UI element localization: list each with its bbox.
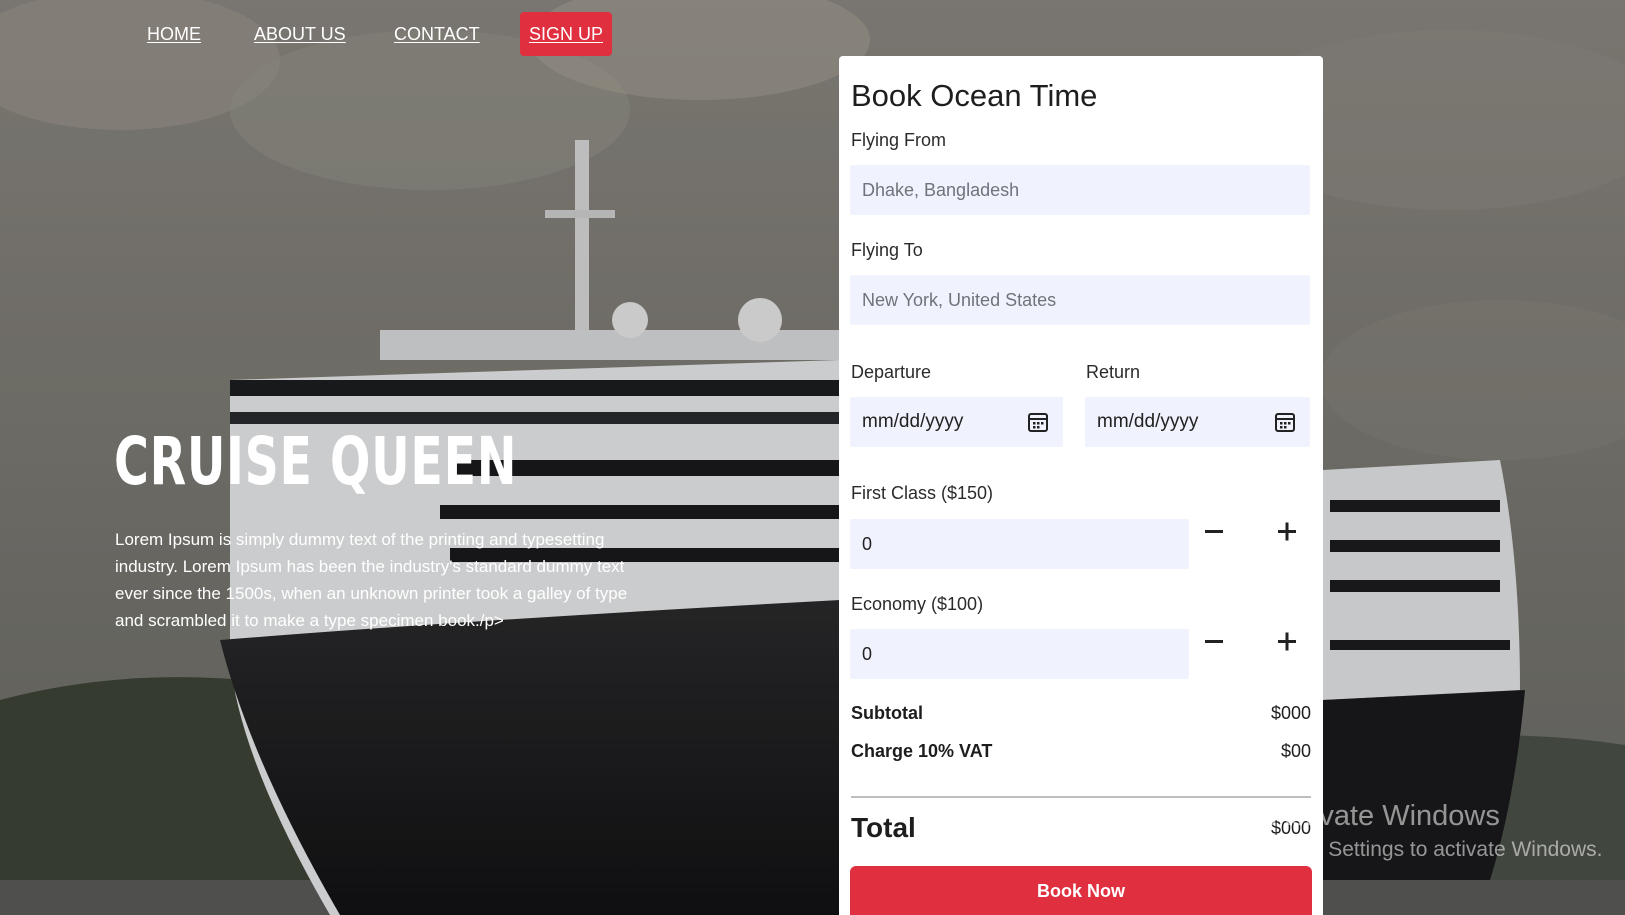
subtotal-value: $000 <box>1270 703 1311 723</box>
economy-decrease-button[interactable] <box>1196 624 1232 660</box>
nav-contact-link[interactable]: CONTACT <box>394 12 480 56</box>
first-class-increase-button[interactable] <box>1269 514 1305 550</box>
departure-date-value: mm/dd/yyyy <box>862 411 964 432</box>
vat-value: $00 <box>1280 741 1311 761</box>
departure-label: Departure <box>851 362 932 382</box>
flying-from-label: Flying From <box>851 130 947 150</box>
first-class-decrease-button[interactable] <box>1196 514 1232 550</box>
return-date-input[interactable]: mm/dd/yyyy <box>1085 397 1310 447</box>
flying-to-input[interactable] <box>850 275 1310 325</box>
flying-to-label: Flying To <box>851 240 923 260</box>
subtotal-label: Subtotal <box>851 703 923 723</box>
economy-increase-button[interactable] <box>1269 624 1305 660</box>
total-label: Total <box>851 812 916 843</box>
booking-title: Book Ocean Time <box>851 78 1098 113</box>
hero-title: CRUISE QUEEN <box>114 423 518 500</box>
sign-up-button[interactable]: SIGN UP <box>520 12 612 56</box>
nav-home-link[interactable]: HOME <box>147 12 201 56</box>
nav-about-link[interactable]: ABOUT US <box>254 12 346 56</box>
minus-icon <box>1205 640 1223 643</box>
plus-icon <box>1278 632 1296 651</box>
first-class-label: First Class ($150) <box>851 483 994 503</box>
activate-windows-watermark: Activate Windows <box>1271 800 1500 832</box>
flying-from-input[interactable] <box>850 165 1310 215</box>
activate-windows-subtext: Go to Settings to activate Windows. <box>1271 838 1603 861</box>
book-now-button[interactable]: Book Now <box>850 866 1312 915</box>
vat-label: Charge 10% VAT <box>851 741 993 761</box>
return-date-value: mm/dd/yyyy <box>1097 411 1199 432</box>
economy-quantity-input[interactable] <box>850 629 1189 679</box>
economy-label: Economy ($100) <box>851 594 984 614</box>
calendar-icon[interactable] <box>1027 411 1049 433</box>
departure-date-input[interactable]: mm/dd/yyyy <box>850 397 1063 447</box>
booking-card: Book Ocean Time Flying From Flying To De… <box>839 56 1323 915</box>
calendar-icon[interactable] <box>1274 411 1296 433</box>
total-divider <box>851 796 1311 798</box>
return-label: Return <box>1086 362 1141 382</box>
hero-description: Lorem Ipsum is simply dummy text of the … <box>115 530 628 630</box>
minus-icon <box>1205 530 1223 533</box>
plus-icon <box>1278 522 1296 541</box>
first-class-quantity-input[interactable] <box>850 519 1189 569</box>
